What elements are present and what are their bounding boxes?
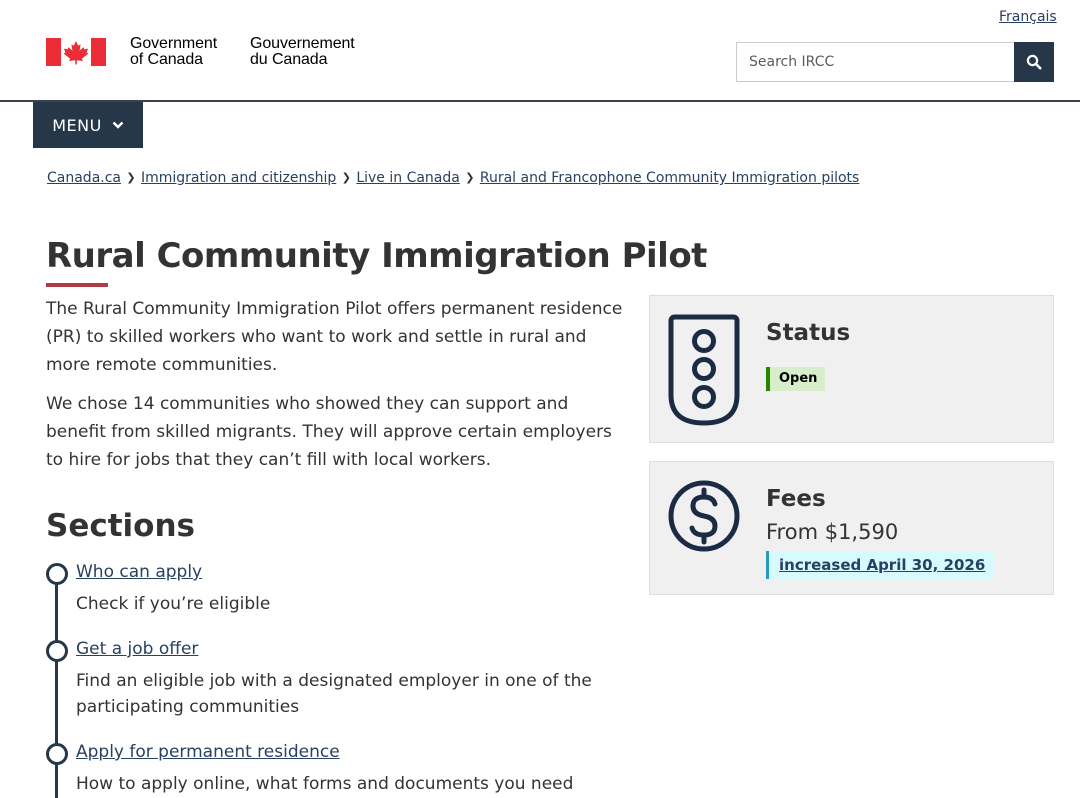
page-title: Rural Community Immigration Pilot — [46, 236, 707, 276]
breadcrumb-link-live-in-canada[interactable]: Live in Canada — [356, 168, 460, 188]
step-description: Check if you’re eligible — [76, 594, 271, 614]
intro-paragraph-1: The Rural Community Immigration Pilot of… — [46, 299, 623, 375]
sections-heading: Sections — [46, 508, 195, 544]
step-description: Find an eligible job with a designated e… — [76, 671, 592, 717]
step-marker — [46, 743, 68, 765]
fee-increase-link[interactable]: increased April 30, 2026 — [766, 551, 995, 579]
step-description: How to apply online, what forms and docu… — [76, 774, 574, 794]
status-title: Status — [766, 320, 851, 346]
signature-fr-line2: du Canada — [250, 51, 328, 68]
breadcrumb-link-immigration[interactable]: Immigration and citizenship — [141, 168, 336, 188]
signature-french: Gouvernement du Canada — [250, 36, 355, 68]
signature-english: Government of Canada — [130, 36, 217, 68]
search-icon — [1026, 54, 1042, 70]
menu-label: MENU — [52, 115, 102, 135]
breadcrumb-link-pilots[interactable]: Rural and Francophone Community Immigrat… — [480, 168, 859, 188]
signature-fr-line1: Gouvernement — [250, 35, 355, 52]
signature-en-line2: of Canada — [130, 51, 203, 68]
search-button[interactable] — [1014, 42, 1054, 82]
step-marker — [46, 640, 68, 662]
step-link-who-can-apply[interactable]: Who can apply — [76, 562, 202, 582]
fees-panel: Fees From $1,590 increased April 30, 202… — [649, 461, 1054, 595]
chevron-down-icon — [112, 121, 124, 129]
language-toggle-link[interactable]: Français — [999, 9, 1057, 25]
signature-en-line1: Government — [130, 35, 218, 52]
fees-title: Fees — [766, 486, 826, 512]
step-link-apply-pr[interactable]: Apply for permanent residence — [76, 742, 340, 762]
chevron-right-icon: ❯ — [465, 171, 475, 184]
breadcrumb-link-canada[interactable]: Canada.ca — [47, 168, 121, 188]
menu-button[interactable]: MENU — [33, 102, 143, 148]
traffic-light-icon — [668, 314, 740, 426]
search-input[interactable] — [736, 42, 1014, 82]
chevron-right-icon: ❯ — [126, 171, 136, 184]
status-panel: Status Open — [649, 295, 1054, 443]
breadcrumb: Canada.ca ❯ Immigration and citizenship … — [47, 168, 859, 188]
chevron-right-icon: ❯ — [341, 171, 351, 184]
title-underline — [46, 283, 108, 287]
intro-paragraph-2: We chose 14 communities who showed they … — [46, 394, 612, 470]
fees-amount: From $1,590 — [766, 520, 899, 544]
dollar-icon — [668, 480, 740, 552]
header-divider — [0, 100, 1080, 102]
step-link-get-job-offer[interactable]: Get a job offer — [76, 639, 198, 659]
status-badge: Open — [766, 367, 826, 391]
search-bar — [736, 42, 1054, 82]
step-marker — [46, 563, 68, 585]
canada-flag-icon — [46, 38, 106, 66]
